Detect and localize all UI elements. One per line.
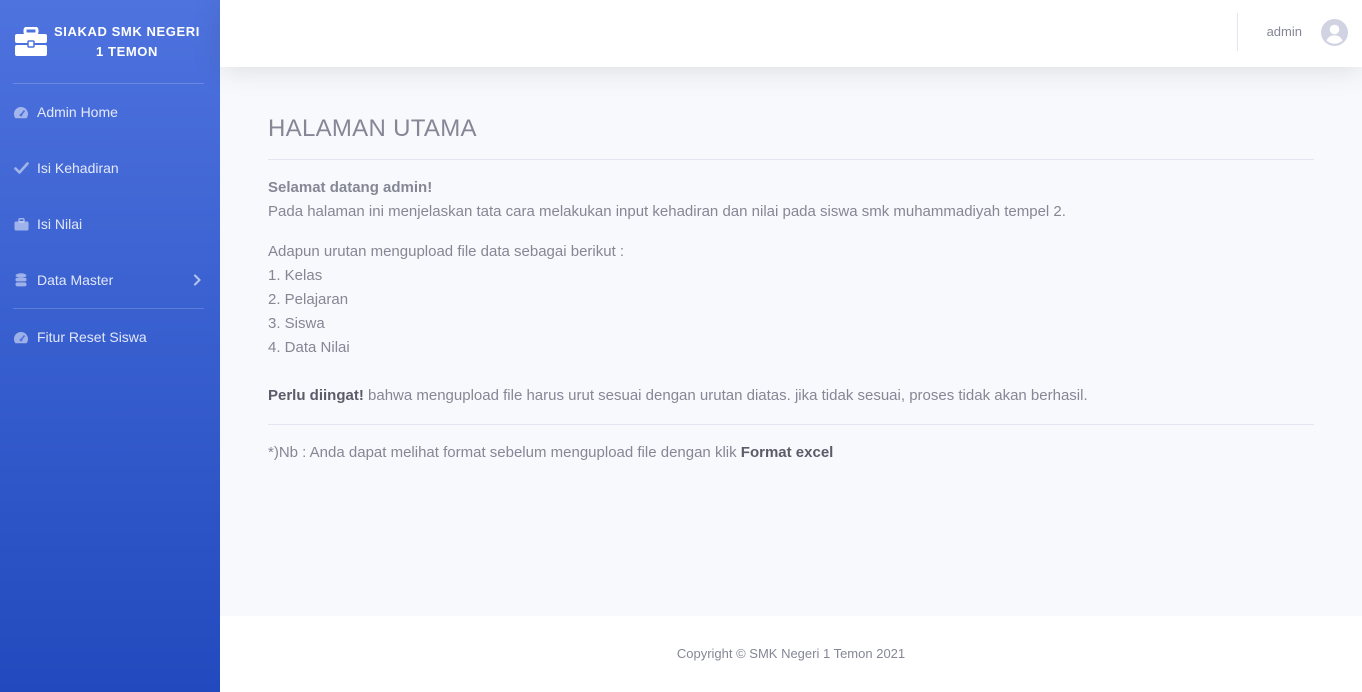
page-title: HALAMAN UTAMA bbox=[268, 115, 477, 142]
list-item: 1. Kelas bbox=[268, 267, 323, 284]
topbar: admin bbox=[220, 0, 1362, 67]
warning-text: Perlu diingat! bahwa mengupload file har… bbox=[268, 384, 1314, 408]
welcome-block: Selamat datang admin! Pada halaman ini m… bbox=[268, 176, 1314, 224]
brand-title: SIAKAD SMK NEGERI 1 TEMON bbox=[52, 22, 202, 62]
sidebar-item-admin-home[interactable]: Admin Home bbox=[0, 84, 220, 140]
sidebar-item-label: Data Master bbox=[37, 272, 114, 288]
steps-block: Adapun urutan mengupload file data sebag… bbox=[268, 240, 1314, 360]
briefcase-icon bbox=[15, 26, 47, 56]
check-icon bbox=[13, 161, 29, 175]
main-content: HALAMAN UTAMA Selamat datang admin! Pada… bbox=[268, 113, 1314, 465]
sidebar-item-fitur-reset-siswa[interactable]: Fitur Reset Siswa bbox=[0, 309, 220, 365]
sidebar-item-isi-nilai[interactable]: Isi Nilai bbox=[0, 196, 220, 252]
welcome-text: Selamat datang admin! bbox=[268, 179, 433, 196]
warning-label: Perlu diingat! bbox=[268, 387, 364, 404]
user-name[interactable]: admin bbox=[1267, 24, 1302, 39]
brand-line-1: SIAKAD SMK NEGERI bbox=[54, 23, 200, 39]
list-item: 3. Siswa bbox=[268, 315, 325, 332]
footer: Copyright © SMK Negeri 1 Temon 2021 bbox=[220, 616, 1362, 692]
warning-body: bahwa mengupload file harus urut sesuai … bbox=[363, 387, 1088, 404]
sidebar-item-label: Isi Nilai bbox=[37, 216, 83, 232]
steps-heading: Adapun urutan mengupload file data sebag… bbox=[268, 243, 625, 260]
format-excel-link[interactable]: Format excel bbox=[741, 444, 834, 461]
list-item: 4. Data Nilai bbox=[268, 339, 350, 356]
content-divider bbox=[268, 424, 1314, 425]
brand-line-2: 1 TEMON bbox=[96, 43, 158, 59]
topbar-divider bbox=[1237, 13, 1238, 51]
sidebar-item-data-master[interactable]: Data Master bbox=[0, 252, 220, 308]
tachometer-icon bbox=[13, 105, 29, 119]
copyright-text: Copyright © SMK Negeri 1 Temon 2021 bbox=[676, 646, 906, 661]
intro-text: Pada halaman ini menjelaskan tata cara m… bbox=[268, 203, 1066, 220]
list-item: 2. Pelajaran bbox=[268, 291, 349, 308]
chevron-right-icon bbox=[193, 274, 201, 286]
note-text: *)Nb : Anda dapat melihat format sebelum… bbox=[268, 441, 1314, 465]
database-icon bbox=[13, 273, 29, 287]
note-body: *)Nb : Anda dapat melihat format sebelum… bbox=[268, 444, 741, 461]
sidebar-brand[interactable]: SIAKAD SMK NEGERI 1 TEMON bbox=[0, 0, 220, 83]
briefcase-icon bbox=[13, 217, 29, 231]
tachometer-icon bbox=[13, 330, 29, 344]
title-divider bbox=[268, 159, 1314, 160]
sidebar-item-label: Fitur Reset Siswa bbox=[37, 329, 147, 345]
sidebar: SIAKAD SMK NEGERI 1 TEMON Admin Home Isi… bbox=[0, 0, 220, 692]
sidebar-item-label: Admin Home bbox=[37, 104, 118, 120]
user-circle-icon[interactable] bbox=[1321, 19, 1348, 46]
sidebar-item-isi-kehadiran[interactable]: Isi Kehadiran bbox=[0, 140, 220, 196]
sidebar-item-label: Isi Kehadiran bbox=[37, 160, 119, 176]
